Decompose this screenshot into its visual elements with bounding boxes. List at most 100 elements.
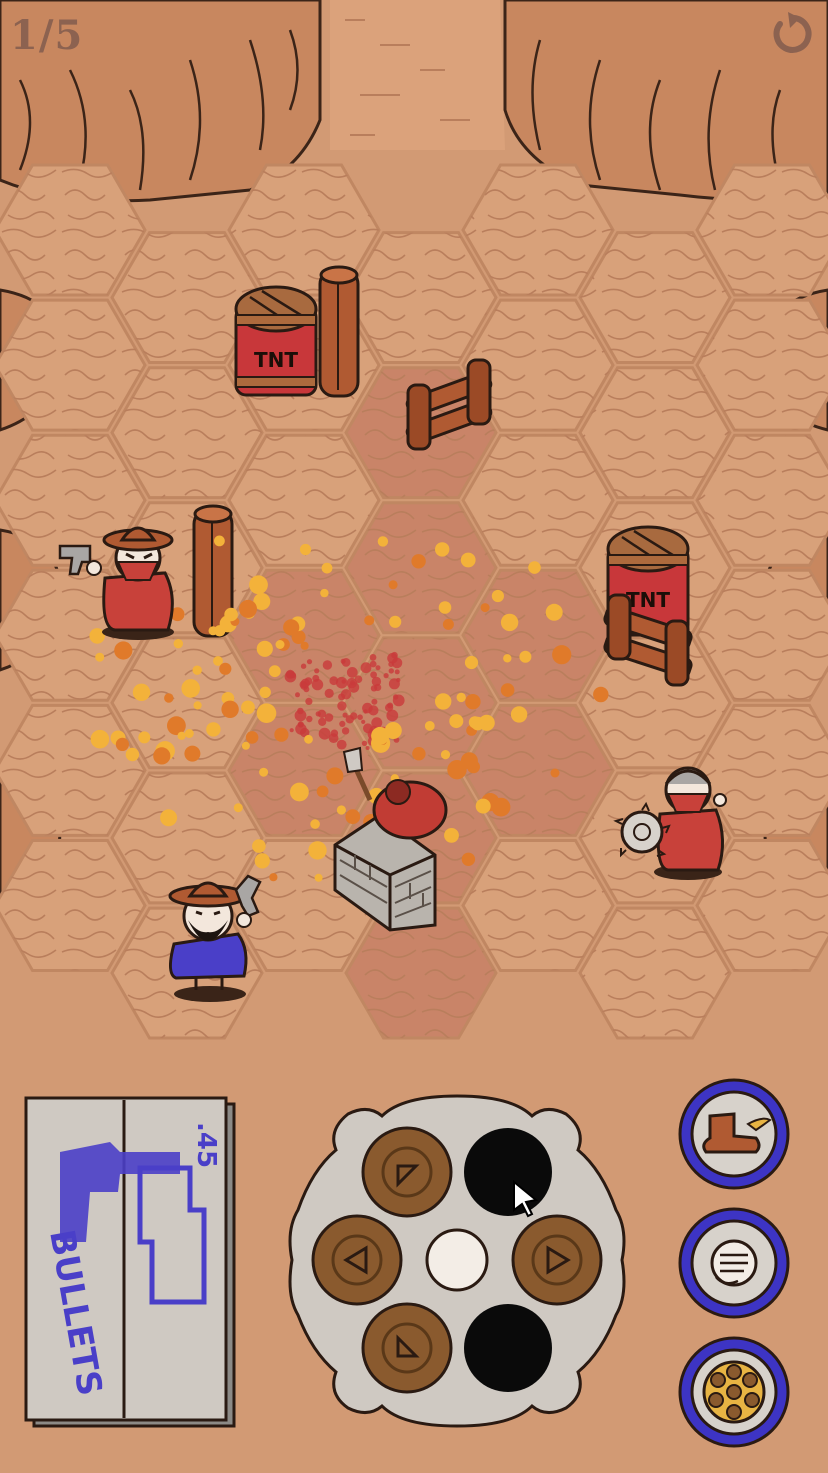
blood-drop [383, 673, 389, 679]
blood-drop [357, 714, 363, 720]
spark [268, 665, 281, 678]
spark [503, 654, 512, 663]
spark [465, 694, 481, 710]
spark [475, 798, 491, 814]
ammo-caliber: .45 [191, 1122, 221, 1168]
spark [181, 679, 200, 698]
spark [274, 727, 289, 742]
chamber-top-right[interactable] [464, 1128, 552, 1218]
spark [160, 809, 178, 827]
tnt-label: TNT [254, 348, 298, 372]
spark [89, 628, 105, 644]
level-progress: 1/5 [10, 12, 84, 59]
blood-drop [388, 668, 394, 674]
blood-drop [289, 672, 296, 679]
spark [345, 809, 361, 825]
tnt-label: TNT [626, 588, 670, 612]
spark [138, 731, 151, 744]
spark [384, 722, 402, 739]
spark [310, 819, 320, 829]
spark [528, 561, 541, 574]
blood-drop [360, 662, 372, 674]
blood-drop [396, 677, 401, 683]
spark [460, 752, 478, 770]
chamber-right[interactable] [511, 1214, 603, 1306]
spark [95, 652, 105, 662]
spark [239, 599, 257, 618]
spark [300, 641, 309, 650]
spark [468, 716, 481, 729]
blood-drop [322, 660, 333, 670]
spark [164, 693, 174, 703]
spark [153, 747, 171, 765]
blood-drop [371, 698, 378, 705]
blood-drop [387, 652, 398, 664]
blood-drop [369, 654, 377, 661]
blood-drop [363, 709, 368, 714]
blood-drop [369, 660, 377, 668]
spark [435, 542, 450, 557]
spark [389, 615, 402, 628]
spark [275, 640, 285, 649]
spark [241, 700, 255, 715]
blood-drop [324, 688, 334, 699]
spark [460, 552, 476, 568]
chamber-top-left[interactable] [361, 1126, 453, 1218]
spark [593, 686, 609, 703]
spark [192, 665, 202, 675]
blood-drop [361, 740, 368, 746]
spark [456, 692, 466, 703]
game-screen: TNT TNT 1/5 .45 BULLETS [0, 0, 828, 1473]
blood-drop [370, 685, 378, 692]
spark [184, 729, 194, 738]
spark [241, 741, 250, 750]
spark [411, 554, 426, 569]
revolver-cylinder-icon[interactable] [676, 1334, 792, 1450]
spark [90, 729, 110, 749]
spark [208, 626, 218, 636]
blood-drop [346, 667, 358, 678]
blood-drop [300, 663, 307, 669]
chamber-bottom-left[interactable] [361, 1302, 453, 1394]
fist-icon[interactable] [676, 1205, 792, 1321]
spark [256, 640, 273, 657]
spark [177, 731, 186, 740]
blood-drop [386, 709, 399, 722]
spark [132, 683, 151, 701]
blood-drop [315, 711, 321, 717]
spark [314, 873, 323, 882]
spark [320, 588, 329, 598]
wooden-post [318, 265, 360, 398]
blood-drop [335, 676, 348, 689]
spark [184, 745, 201, 762]
spark [449, 714, 464, 729]
spark [480, 603, 490, 613]
spark [550, 768, 560, 778]
spark [256, 703, 277, 723]
blood-drop [394, 669, 400, 675]
restart-arrow-icon[interactable] [764, 6, 820, 62]
chamber-left[interactable] [311, 1214, 403, 1306]
bullets-ammo-box[interactable]: .45 BULLETS [20, 1092, 240, 1432]
spark [283, 619, 300, 636]
spark [326, 767, 344, 785]
blood-drop [371, 676, 382, 687]
blood-drop [354, 675, 363, 683]
blood-drop [289, 728, 294, 733]
spark [388, 580, 398, 590]
spark [336, 805, 346, 815]
spark [193, 701, 202, 710]
blood-drop [314, 668, 320, 674]
spark [519, 650, 532, 663]
spark [233, 803, 243, 813]
blood-drop [341, 679, 346, 684]
spark [442, 618, 454, 630]
blood-drop [330, 729, 339, 737]
spark [491, 589, 504, 603]
blood-drop [345, 715, 354, 724]
chamber-bottom-right[interactable] [464, 1304, 552, 1392]
blood-drop [363, 723, 373, 734]
blood-drop [375, 665, 381, 671]
spark [115, 737, 129, 752]
winged-boot-icon[interactable] [676, 1076, 792, 1192]
